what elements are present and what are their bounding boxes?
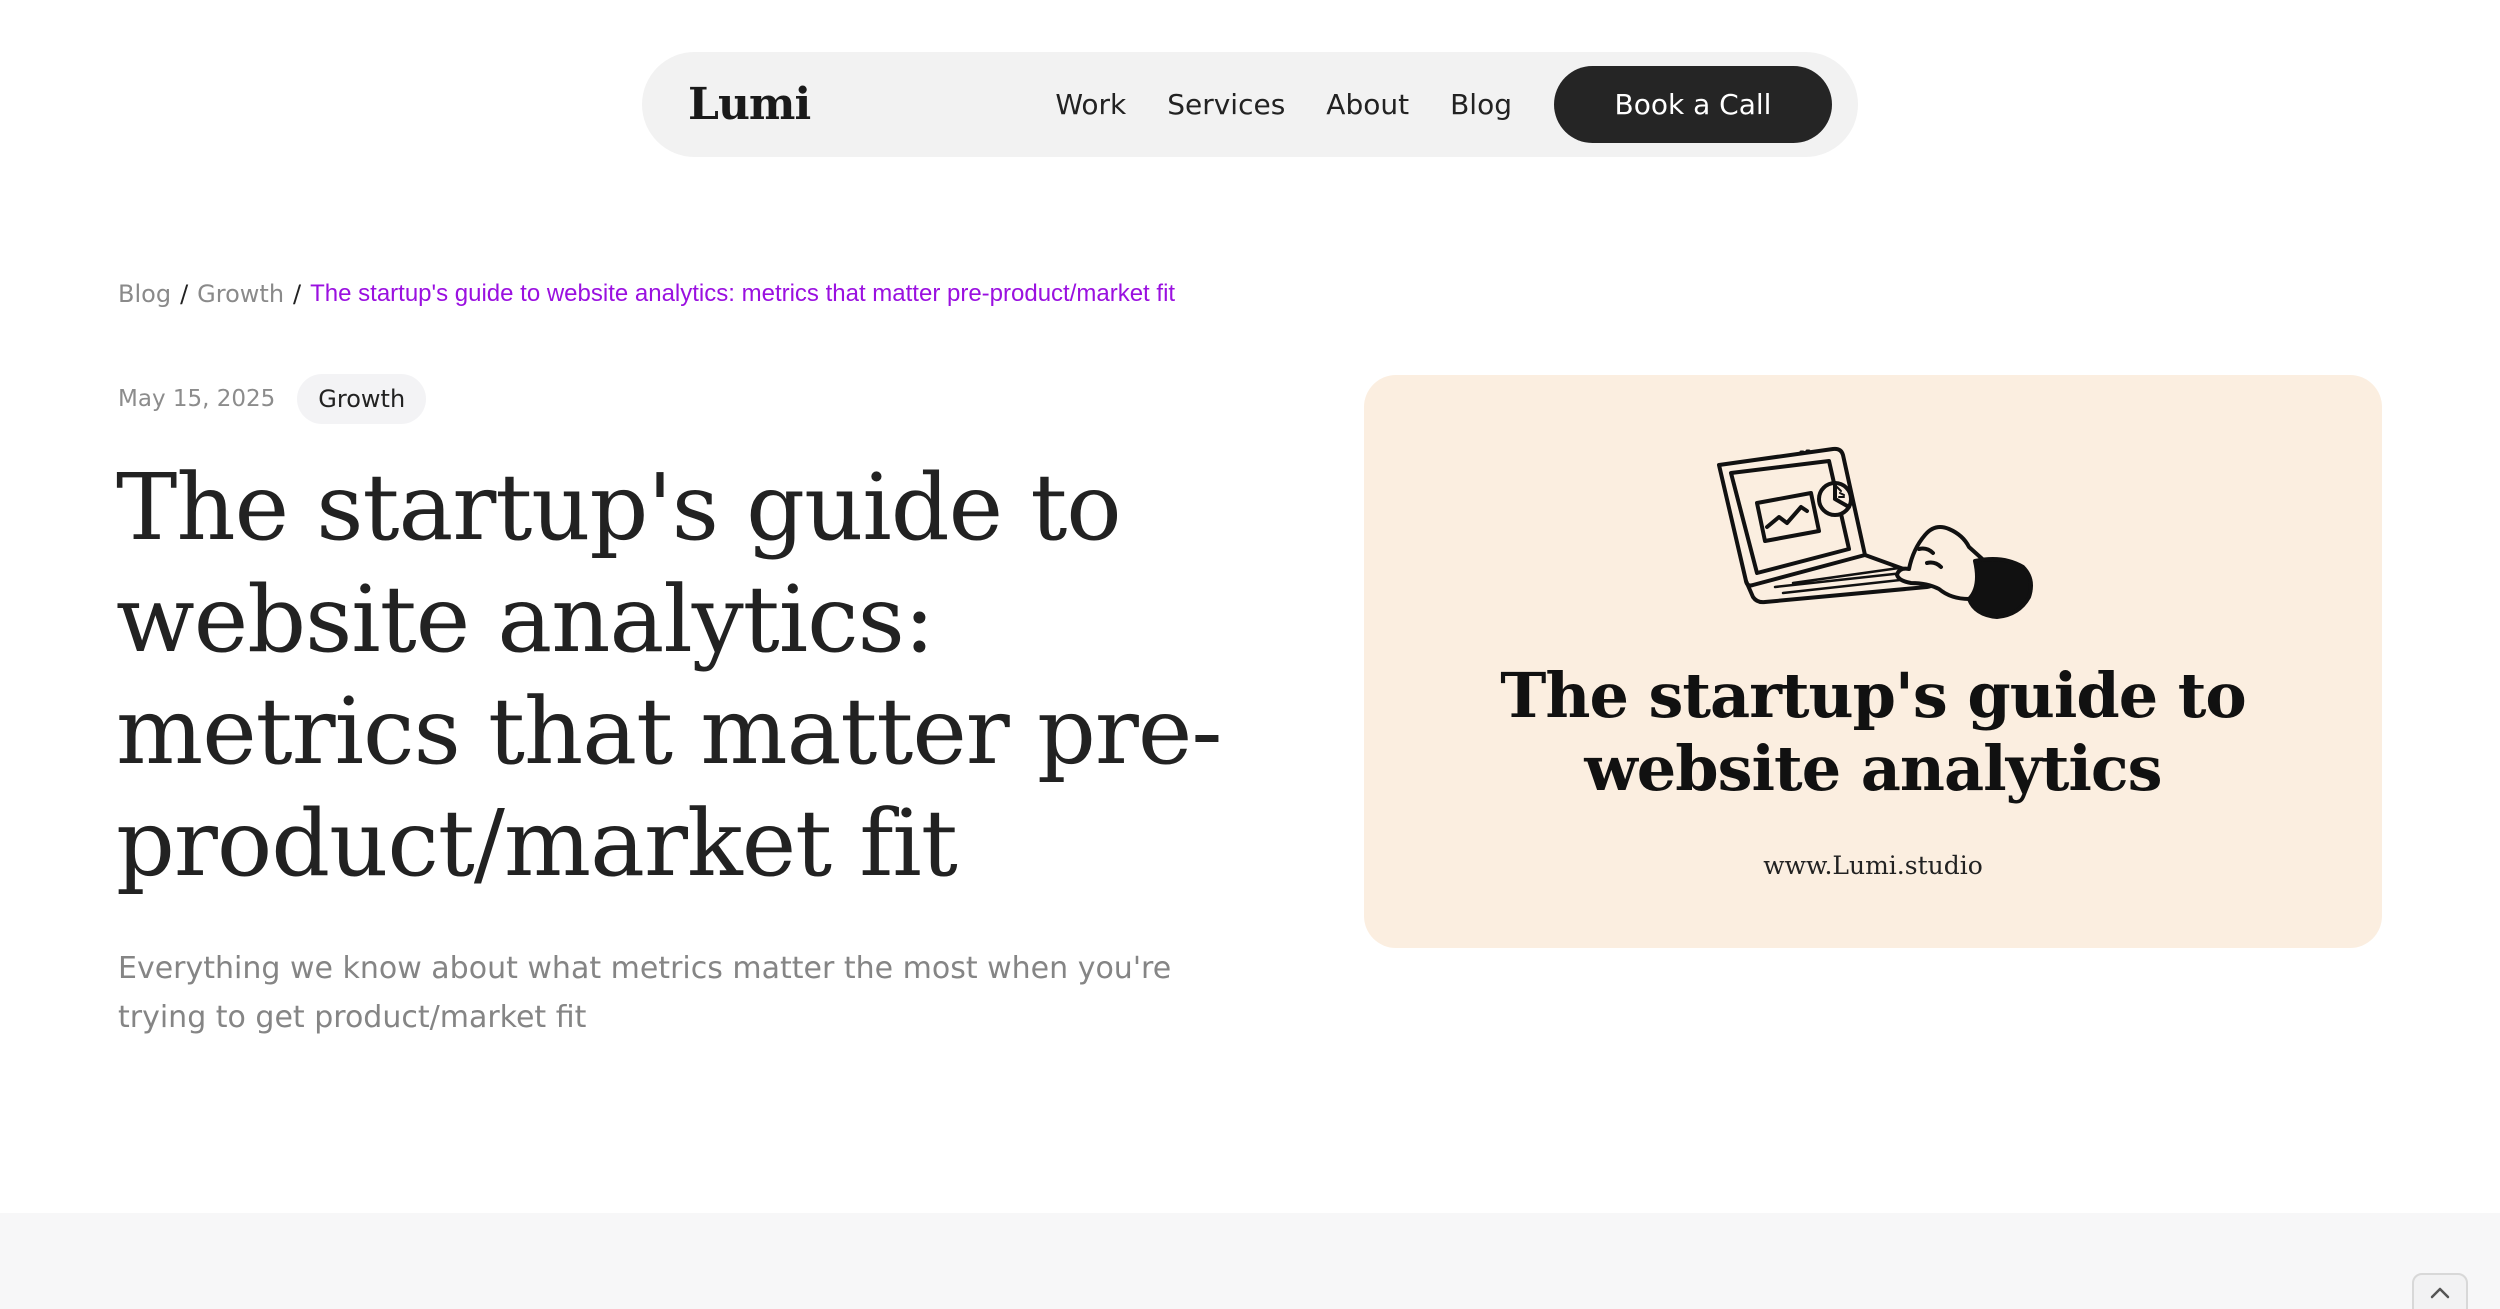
post-meta: May 15, 2025 Growth bbox=[118, 374, 427, 424]
scroll-to-top-button[interactable] bbox=[2412, 1273, 2468, 1309]
nav-link-services[interactable]: Services bbox=[1167, 88, 1285, 121]
breadcrumb-separator: / bbox=[293, 280, 302, 308]
breadcrumb-separator: / bbox=[180, 280, 189, 308]
book-a-call-button[interactable]: Book a Call bbox=[1554, 66, 1832, 143]
hero-title-line-2: website analytics bbox=[1584, 732, 2162, 805]
logo[interactable]: Lumi bbox=[688, 82, 811, 127]
nav-links: Work Services About Blog Book a Call bbox=[1055, 66, 1832, 143]
top-navbar: Lumi Work Services About Blog Book a Cal… bbox=[642, 52, 1858, 157]
content-section-background bbox=[0, 1213, 2500, 1309]
nav-link-blog[interactable]: Blog bbox=[1450, 88, 1512, 121]
breadcrumb: Blog / Growth / The startup's guide to w… bbox=[118, 280, 1175, 308]
chevron-up-icon bbox=[2430, 1287, 2450, 1299]
nav-link-about[interactable]: About bbox=[1326, 88, 1409, 121]
hero-image: The startup's guide to website analytics… bbox=[1364, 375, 2382, 948]
hero-title: The startup's guide to website analytics bbox=[1364, 659, 2382, 805]
hero-url: www.Lumi.studio bbox=[1763, 851, 1983, 880]
laptop-analytics-icon bbox=[1717, 446, 2033, 619]
page-subtitle: Everything we know about what metrics ma… bbox=[118, 951, 1172, 1035]
breadcrumb-item-blog[interactable]: Blog bbox=[118, 280, 171, 308]
breadcrumb-current: The startup's guide to website analytics… bbox=[310, 280, 1176, 307]
nav-link-work[interactable]: Work bbox=[1055, 88, 1126, 121]
post-date: May 15, 2025 bbox=[118, 386, 276, 412]
page-title: The startup's guide to website analytics… bbox=[116, 454, 1222, 897]
breadcrumb-item-growth[interactable]: Growth bbox=[197, 280, 284, 308]
category-tag[interactable]: Growth bbox=[297, 374, 427, 424]
hero-title-line-1: The startup's guide to bbox=[1500, 659, 2247, 732]
